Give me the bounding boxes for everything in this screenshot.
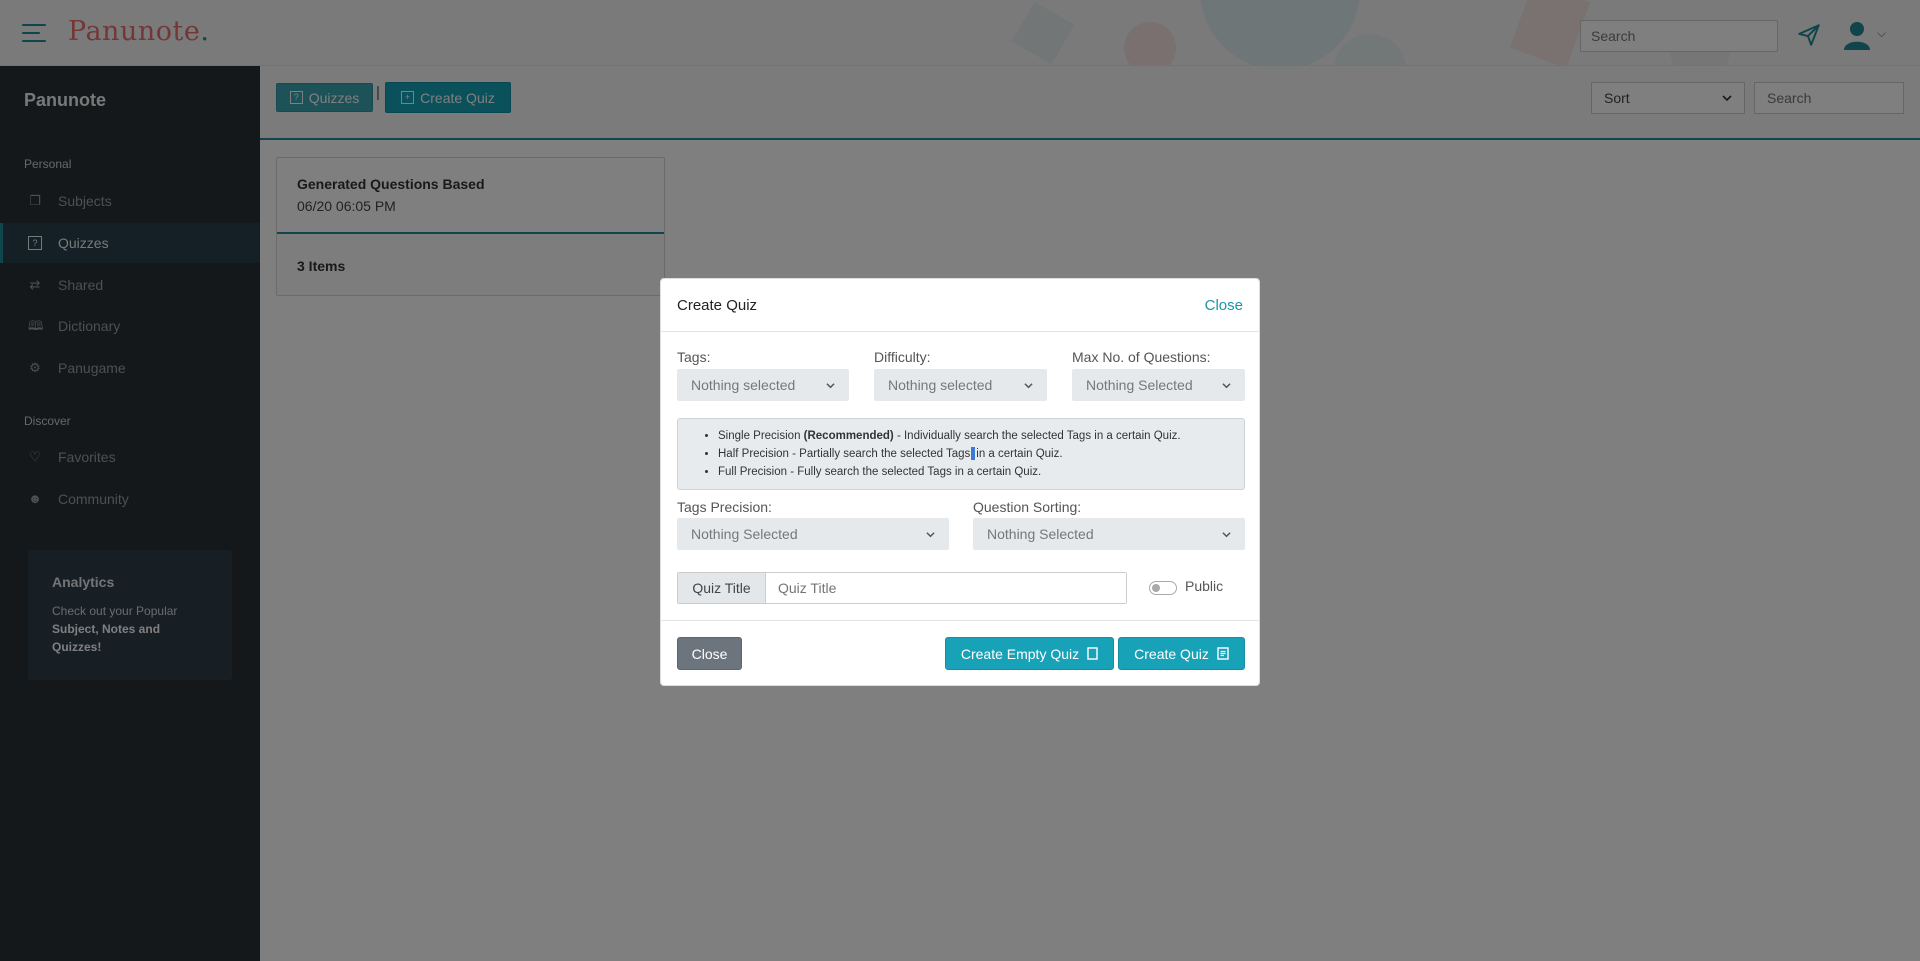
- modal-title: Create Quiz: [677, 296, 758, 314]
- tags-precision-select[interactable]: Nothing Selected: [677, 518, 949, 550]
- create-quiz-submit-button[interactable]: Create Quiz: [1118, 637, 1245, 670]
- blank-page-icon: [1087, 647, 1098, 660]
- chevron-down-icon: [1222, 382, 1231, 388]
- modal-close-link[interactable]: Close: [1205, 297, 1243, 314]
- tags-label: Tags:: [677, 349, 711, 365]
- public-label: Public: [1185, 578, 1224, 594]
- max-questions-label: Max No. of Questions:: [1072, 349, 1211, 365]
- tags-precision-label: Tags Precision:: [677, 499, 772, 515]
- document-icon: [1217, 647, 1229, 660]
- question-sorting-label: Question Sorting:: [973, 499, 1082, 515]
- quiz-title-input[interactable]: [766, 573, 1126, 603]
- info-single-precision: Single Precision (Recommended) - Individ…: [718, 427, 1244, 445]
- chevron-down-icon: [826, 382, 835, 388]
- text-cursor: [971, 447, 976, 461]
- chevron-down-icon: [1024, 382, 1033, 388]
- precision-info-box: Single Precision (Recommended) - Individ…: [677, 418, 1245, 490]
- create-empty-quiz-button[interactable]: Create Empty Quiz: [945, 637, 1114, 670]
- difficulty-label: Difficulty:: [874, 349, 931, 365]
- quiz-title-group: Quiz Title: [677, 572, 1127, 604]
- create-quiz-modal: Create Quiz Close Tags: Nothing selected…: [660, 278, 1260, 686]
- modal-header: Create Quiz Close: [661, 279, 1259, 332]
- tags-select[interactable]: Nothing selected: [677, 369, 849, 401]
- chevron-down-icon: [926, 531, 935, 537]
- close-button[interactable]: Close: [677, 637, 742, 670]
- max-questions-select[interactable]: Nothing Selected: [1072, 369, 1245, 401]
- quiz-title-addon: Quiz Title: [678, 573, 766, 603]
- question-sorting-select[interactable]: Nothing Selected: [973, 518, 1245, 550]
- modal-footer: Close Create Empty Quiz Create Quiz: [661, 620, 1259, 686]
- info-full-precision: Full Precision - Fully search the select…: [718, 463, 1244, 481]
- public-toggle[interactable]: [1149, 581, 1177, 595]
- chevron-down-icon: [1222, 531, 1231, 537]
- info-half-precision: Half Precision - Partially search the se…: [718, 445, 1244, 463]
- difficulty-select[interactable]: Nothing selected: [874, 369, 1047, 401]
